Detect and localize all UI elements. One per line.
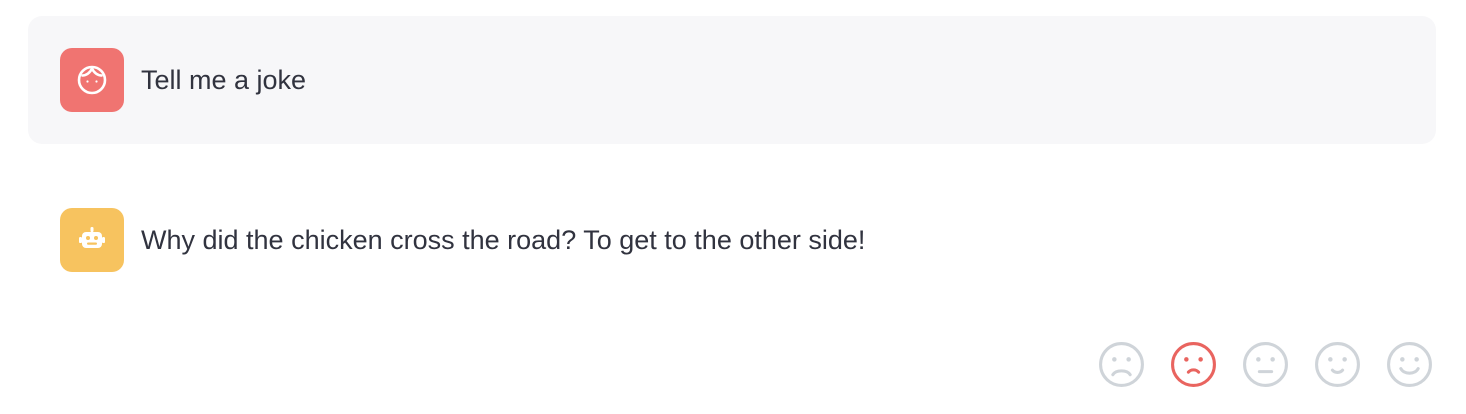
- feedback-rating: [1097, 340, 1434, 389]
- robot-icon: [79, 227, 105, 248]
- assistant-avatar: [60, 208, 124, 272]
- happy-face-icon: [1387, 342, 1432, 387]
- user-avatar: [60, 48, 124, 112]
- sad-face-button[interactable]: [1169, 340, 1218, 389]
- user-message-text: Tell me a joke: [141, 65, 307, 95]
- very-sad-face-icon: [1099, 342, 1144, 387]
- user-face-icon: [77, 65, 107, 95]
- very-sad-face-button[interactable]: [1097, 340, 1146, 389]
- assistant-message: Why did the chicken cross the road? To g…: [28, 176, 1436, 304]
- slight-smile-face-icon: [1315, 342, 1360, 387]
- slight-smile-face-button[interactable]: [1313, 340, 1362, 389]
- happy-face-button[interactable]: [1385, 340, 1434, 389]
- user-message: Tell me a joke: [28, 16, 1436, 144]
- sad-face-icon: [1171, 342, 1216, 387]
- neutral-face-button[interactable]: [1241, 340, 1290, 389]
- assistant-message-text: Why did the chicken cross the road? To g…: [141, 225, 866, 255]
- neutral-face-icon: [1243, 342, 1288, 387]
